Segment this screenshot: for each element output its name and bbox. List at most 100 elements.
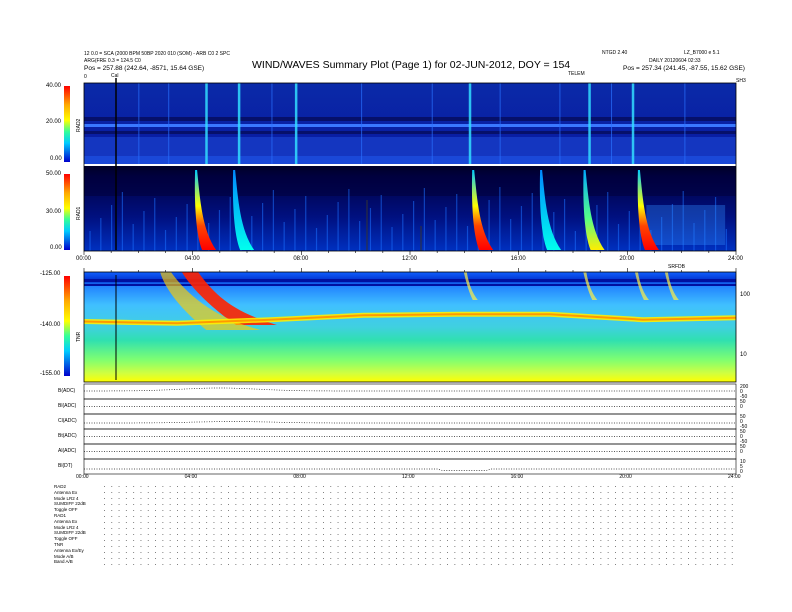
rad2-faint-streak xyxy=(271,83,273,164)
footer-dot xyxy=(220,504,222,505)
footer-dot xyxy=(396,498,397,499)
footer-dot xyxy=(191,546,193,547)
footer-dot xyxy=(432,492,434,493)
footer-dot xyxy=(308,486,310,487)
footer-dot xyxy=(439,486,441,487)
rad1-tick-bottom: 0.00 xyxy=(50,245,62,251)
footer-dot xyxy=(330,492,332,493)
footer-dot xyxy=(432,504,434,505)
footer-dot xyxy=(213,528,215,529)
footer-tnr-line: Band A/B xyxy=(54,559,73,565)
footer-dot xyxy=(717,534,719,535)
footer-dot xyxy=(228,516,229,517)
footer-dot xyxy=(702,522,704,523)
footer-dot xyxy=(461,522,463,523)
footer-dot xyxy=(177,486,178,487)
footer-dot xyxy=(709,486,711,487)
footer-dot xyxy=(483,492,485,493)
footer-dot xyxy=(498,540,500,541)
footer-dot xyxy=(366,564,368,565)
footer-dot xyxy=(352,492,354,493)
footer-dot xyxy=(257,564,259,565)
footer-dot xyxy=(658,534,660,535)
footer-dot xyxy=(184,522,186,523)
footer-dot xyxy=(235,498,237,499)
footer-dot xyxy=(279,528,281,529)
footer-dot xyxy=(549,516,551,517)
footer-dot xyxy=(512,492,514,493)
footer-dot xyxy=(702,540,704,541)
footer-dot xyxy=(695,546,697,547)
footer-dot xyxy=(563,528,565,529)
footer-dot xyxy=(147,498,149,499)
footer-dot xyxy=(257,528,259,529)
footer-dot xyxy=(629,546,631,547)
footer-dot xyxy=(593,516,594,517)
footer-dot xyxy=(315,510,317,511)
footer-dot xyxy=(352,486,354,487)
footer-dot xyxy=(593,564,594,565)
footer-dot xyxy=(330,522,332,523)
mag-panel-right-tick: 0 xyxy=(740,469,743,475)
footer-dot xyxy=(125,522,127,523)
footer-dot xyxy=(155,558,156,559)
time-tick-label: 00:00 xyxy=(76,474,89,480)
footer-dot xyxy=(133,498,135,499)
footer-dot xyxy=(717,492,719,493)
footer-dot xyxy=(125,552,127,553)
footer-dot xyxy=(206,486,208,487)
footer-dot xyxy=(184,528,186,529)
footer-dot xyxy=(250,564,251,565)
footer-dot xyxy=(556,510,558,511)
footer-dot xyxy=(104,492,105,493)
footer-dot xyxy=(213,498,215,499)
footer-dot xyxy=(702,504,704,505)
footer-dot xyxy=(571,522,573,523)
footer-dot xyxy=(293,498,295,499)
footer-dot xyxy=(498,498,500,499)
rad1-streak xyxy=(164,230,167,251)
footer-dot xyxy=(636,558,638,559)
footer-dot xyxy=(476,540,478,541)
footer-dot xyxy=(483,522,485,523)
footer-dot xyxy=(469,522,470,523)
footer-dot xyxy=(432,510,434,511)
footer-dot xyxy=(615,504,616,505)
footer-dot xyxy=(213,558,215,559)
footer-dot xyxy=(651,558,653,559)
footer-dot xyxy=(629,498,631,499)
footer-dot xyxy=(498,522,500,523)
time-tick-label: 08:00 xyxy=(293,474,306,480)
footer-dot xyxy=(242,528,244,529)
footer-dot xyxy=(264,534,266,535)
footer-dot xyxy=(571,516,573,517)
footer-dot xyxy=(235,558,237,559)
footer-dot xyxy=(549,498,551,499)
footer-dot xyxy=(279,546,281,547)
footer-dot xyxy=(133,552,135,553)
footer-dot xyxy=(162,504,164,505)
footer-dot xyxy=(308,510,310,511)
footer-dot xyxy=(344,486,346,487)
footer-dot xyxy=(702,534,704,535)
footer-dot xyxy=(286,564,288,565)
footer-dot xyxy=(505,522,507,523)
rad2-tick-mid: 20.00 xyxy=(46,119,62,125)
footer-dot xyxy=(702,546,704,547)
footer-dot xyxy=(286,504,288,505)
footer-dot xyxy=(666,564,667,565)
footer-dot xyxy=(585,552,587,553)
footer-dot xyxy=(403,486,405,487)
footer-dot xyxy=(133,504,135,505)
footer-dot xyxy=(111,486,113,487)
footer-dot xyxy=(673,558,675,559)
footer-dot xyxy=(206,546,208,547)
footer-dot xyxy=(651,552,653,553)
footer-dot xyxy=(585,528,587,529)
footer-dot xyxy=(688,516,689,517)
footer-dot xyxy=(162,540,164,541)
footer-dot xyxy=(658,498,660,499)
footer-dot xyxy=(344,552,346,553)
rad1-colorbar xyxy=(64,174,70,250)
footer-dot xyxy=(213,504,215,505)
